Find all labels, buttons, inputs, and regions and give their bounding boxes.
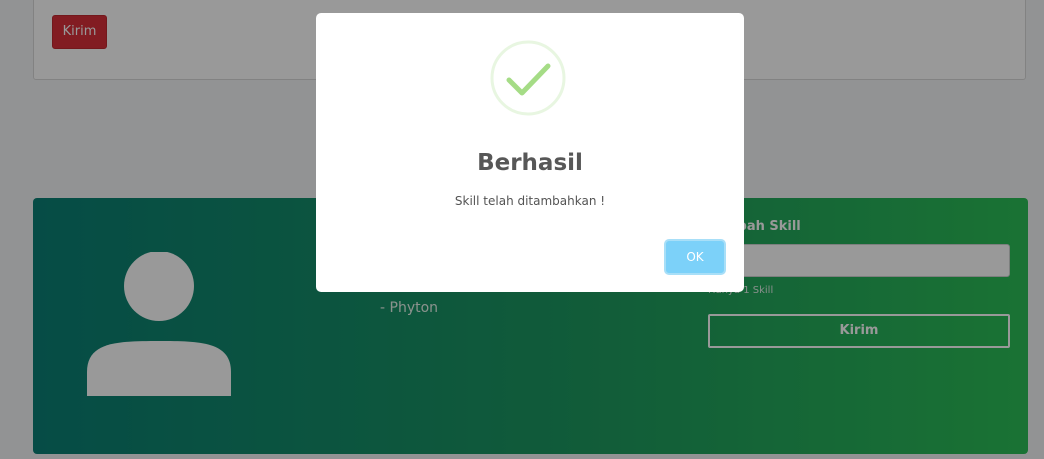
- dialog-title: Berhasil: [477, 150, 583, 176]
- success-check-icon: [490, 40, 566, 116]
- dialog-message: Skill telah ditambahkan !: [454, 194, 606, 208]
- ok-button[interactable]: OK: [664, 239, 726, 275]
- success-dialog: Berhasil Skill telah ditambahkan ! OK: [316, 13, 744, 292]
